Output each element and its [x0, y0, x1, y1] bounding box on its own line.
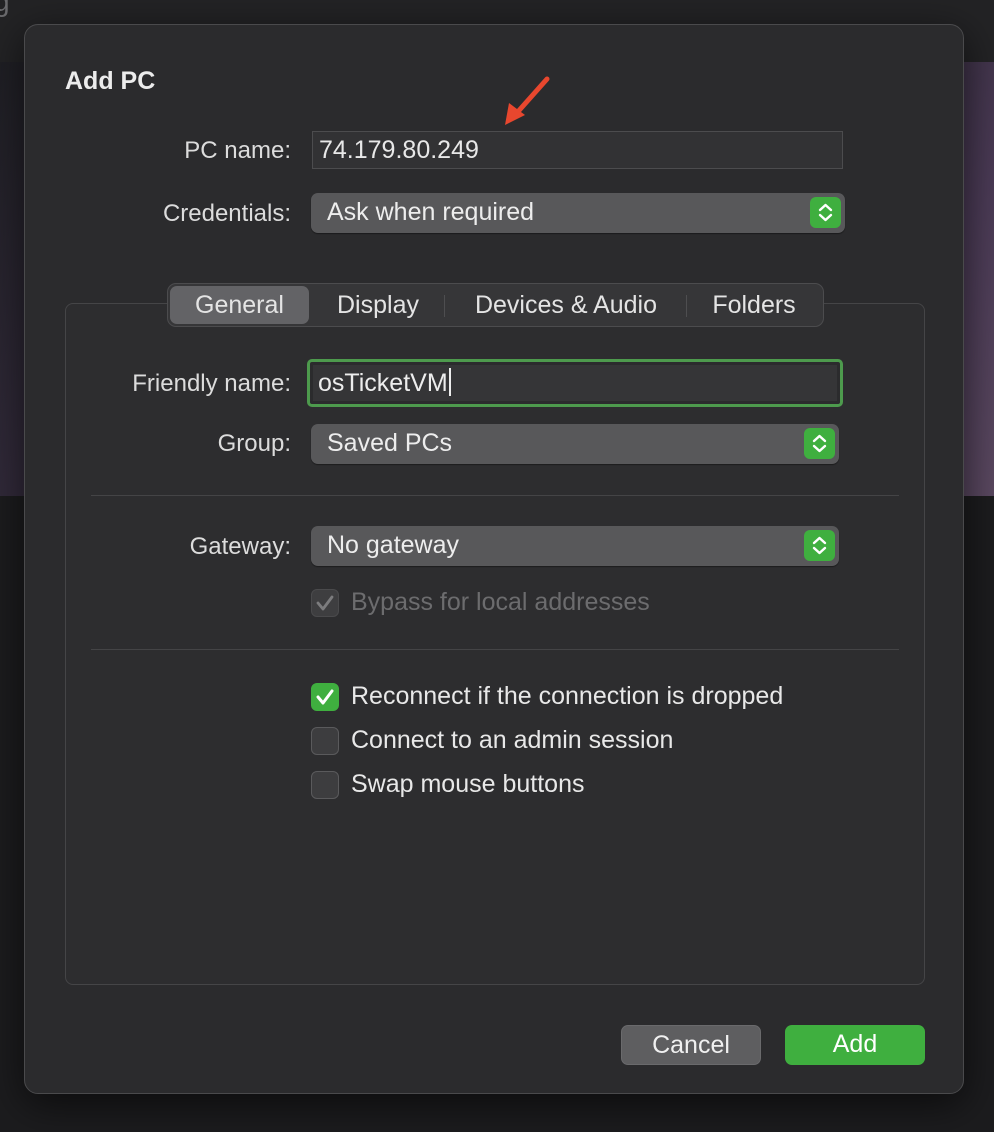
friendly-name-label: Friendly name:: [132, 370, 291, 397]
tab-folders[interactable]: Folders: [690, 286, 818, 324]
tab-devices-audio[interactable]: Devices & Audio: [448, 286, 684, 324]
dialog-title: Add PC: [65, 67, 156, 95]
section-divider: [91, 649, 899, 650]
bypass-checkbox[interactable]: [311, 589, 339, 617]
pc-name-field[interactable]: 74.179.80.249: [312, 131, 843, 169]
text-caret: [448, 368, 451, 396]
credentials-popup[interactable]: Ask when required: [311, 193, 845, 233]
chevron-up-down-icon: [810, 197, 841, 228]
chevron-up-down-icon: [804, 530, 835, 561]
friendly-name-value: osTicketVM: [318, 369, 448, 397]
gateway-value: No gateway: [327, 531, 460, 559]
chevron-up-down-icon: [804, 428, 835, 459]
swap-mouse-label: Swap mouse buttons: [351, 770, 585, 798]
checkmark-icon: [316, 689, 334, 705]
tab-general[interactable]: General: [170, 286, 309, 324]
red-arrow-icon: [505, 76, 550, 125]
group-label: Group:: [217, 430, 291, 457]
reconnect-checkbox[interactable]: [311, 683, 339, 711]
section-divider: [91, 495, 899, 496]
gateway-popup[interactable]: No gateway: [311, 526, 839, 566]
credentials-label: Credentials:: [162, 200, 291, 227]
reconnect-label: Reconnect if the connection is dropped: [351, 682, 784, 710]
tab-bar: General Display Devices & Audio Folders: [167, 283, 824, 327]
background-text: g: [0, 0, 10, 17]
add-pc-dialog: Add PC PC name: 74.179.80.249 Credential…: [24, 24, 964, 1094]
tab-separator: [686, 295, 687, 317]
admin-session-label: Connect to an admin session: [351, 726, 674, 754]
bypass-label: Bypass for local addresses: [351, 588, 650, 616]
gateway-label: Gateway:: [189, 533, 291, 560]
group-popup[interactable]: Saved PCs: [311, 424, 839, 464]
add-button[interactable]: Add: [785, 1025, 925, 1065]
swap-mouse-checkbox[interactable]: [311, 771, 339, 799]
tab-separator: [444, 295, 445, 317]
friendly-name-input[interactable]: osTicketVM: [313, 365, 837, 401]
group-value: Saved PCs: [327, 429, 453, 457]
cancel-button[interactable]: Cancel: [621, 1025, 761, 1065]
admin-session-checkbox[interactable]: [311, 727, 339, 755]
credentials-value: Ask when required: [327, 198, 535, 226]
pc-name-label: PC name:: [184, 137, 291, 164]
friendly-name-field[interactable]: osTicketVM: [307, 359, 843, 407]
tab-display[interactable]: Display: [314, 286, 442, 324]
checkmark-icon: [316, 595, 334, 611]
